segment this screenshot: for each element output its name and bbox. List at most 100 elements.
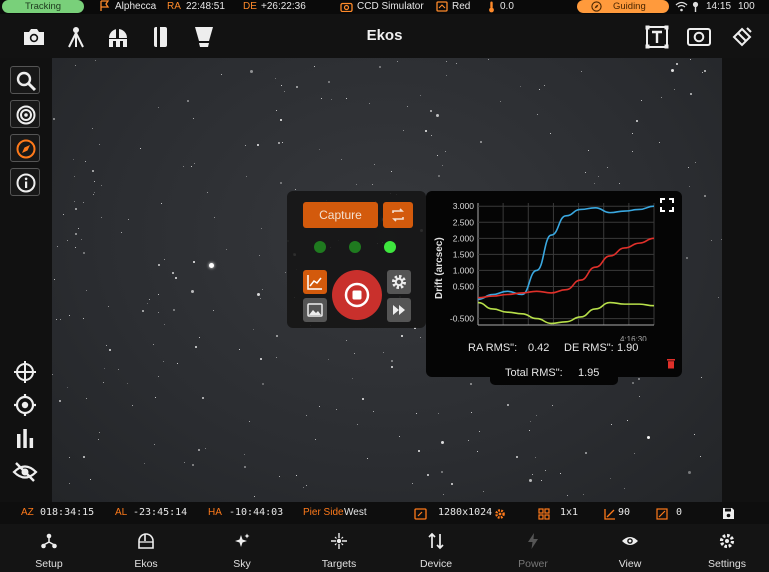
star — [158, 294, 159, 295]
star — [161, 203, 162, 204]
image-frame-icon[interactable] — [686, 24, 712, 50]
star — [261, 228, 262, 229]
camera-icon[interactable] — [21, 24, 47, 50]
telescope-mount-icon[interactable] — [63, 24, 89, 50]
ha-label: HA — [208, 507, 222, 518]
sparkle-icon — [235, 533, 250, 547]
nav-targets[interactable]: Targets — [299, 524, 379, 572]
nav-setup[interactable]: Setup — [9, 524, 89, 572]
star — [276, 357, 277, 358]
star — [132, 405, 133, 406]
star — [661, 97, 662, 98]
camera-name: CCD Simulator — [357, 1, 424, 12]
gps-target-icon — [14, 394, 36, 416]
chart-y-label: Drift (arcsec) — [434, 237, 445, 299]
crosshair-button[interactable] — [10, 358, 40, 386]
star — [54, 279, 55, 280]
star — [407, 106, 408, 107]
star — [694, 434, 695, 435]
star — [468, 440, 469, 441]
star — [331, 99, 332, 100]
star — [306, 415, 307, 416]
star — [688, 471, 691, 474]
star — [336, 409, 337, 410]
nav-device[interactable]: Device — [396, 524, 476, 572]
drift-graph-panel: 3.000 2.500 2.000 1.500 1.000 0.500 -0.500 Dri… — [426, 191, 682, 385]
star — [639, 396, 640, 397]
drift-graph-button[interactable] — [303, 270, 327, 294]
nav-sky[interactable]: Sky — [202, 524, 282, 572]
star — [583, 494, 584, 495]
info-button[interactable] — [10, 168, 40, 196]
top-toolbar: Ekos — [0, 14, 769, 58]
star — [445, 151, 446, 152]
star — [695, 162, 696, 163]
compass-button[interactable] — [10, 134, 40, 162]
record-button[interactable] — [332, 270, 382, 320]
clear-graph-button[interactable] — [666, 356, 676, 374]
capture-button[interactable]: Capture — [303, 202, 378, 228]
filter-wheel-icon[interactable] — [148, 24, 174, 50]
star — [321, 98, 322, 99]
hide-overlay-button[interactable] — [10, 458, 40, 486]
star — [427, 474, 429, 476]
star — [598, 176, 599, 177]
mount-info-bar: AZ 018:34:15 AL -23:45:14 HA -10:44:03 P… — [0, 502, 769, 524]
ra-label: RA — [167, 1, 181, 12]
y-tick-label: -0.500 — [450, 314, 474, 324]
histogram-button[interactable] — [10, 424, 40, 452]
nav-ekos[interactable]: Ekos — [106, 524, 186, 572]
star — [74, 176, 75, 177]
star — [245, 145, 246, 146]
loop-button[interactable] — [383, 202, 413, 228]
star — [671, 69, 674, 72]
nav-device-label: Device — [419, 558, 453, 570]
star — [262, 383, 264, 385]
star — [147, 303, 148, 304]
nav-view-label: View — [618, 558, 642, 570]
mosaic-icon[interactable] — [729, 24, 755, 50]
az-value: 018:34:15 — [40, 507, 95, 518]
star — [303, 487, 304, 488]
star — [128, 219, 129, 220]
center-target-button[interactable] — [10, 391, 40, 419]
zoom-button[interactable] — [10, 66, 40, 94]
star — [56, 319, 57, 320]
al-label: AL — [115, 507, 128, 518]
star — [244, 466, 246, 468]
nav-settings[interactable]: Settings — [687, 524, 767, 572]
guiding-badge[interactable]: Guiding — [577, 0, 669, 13]
star — [530, 421, 531, 422]
star — [379, 66, 381, 68]
star — [81, 239, 82, 240]
star — [257, 293, 260, 296]
nav-settings-label: Settings — [708, 558, 746, 570]
star — [140, 148, 141, 149]
y-tick-label: 1.500 — [453, 249, 475, 259]
fast-forward-button[interactable] — [387, 298, 411, 322]
fullscreen-button[interactable] — [659, 197, 675, 218]
star — [319, 149, 320, 150]
star — [63, 214, 64, 215]
flat-panel-icon[interactable] — [191, 24, 217, 50]
tracking-badge[interactable]: Tracking — [2, 0, 84, 13]
star — [83, 318, 84, 319]
image-view-button[interactable] — [303, 298, 327, 322]
star — [149, 299, 150, 300]
text-annotation-icon[interactable] — [644, 24, 670, 50]
star — [202, 397, 204, 399]
dome-icon[interactable] — [105, 24, 131, 50]
capture-settings-button[interactable] — [387, 270, 411, 294]
star — [314, 66, 315, 67]
nav-view[interactable]: View — [590, 524, 670, 572]
eye-off-icon — [12, 462, 38, 482]
star — [704, 195, 706, 197]
target-button[interactable] — [10, 100, 40, 128]
nav-power[interactable]: Power — [493, 524, 573, 572]
star — [412, 483, 413, 484]
star — [507, 404, 509, 406]
star — [101, 185, 102, 186]
star — [446, 61, 447, 62]
target-icon — [331, 533, 347, 549]
star — [686, 257, 688, 259]
